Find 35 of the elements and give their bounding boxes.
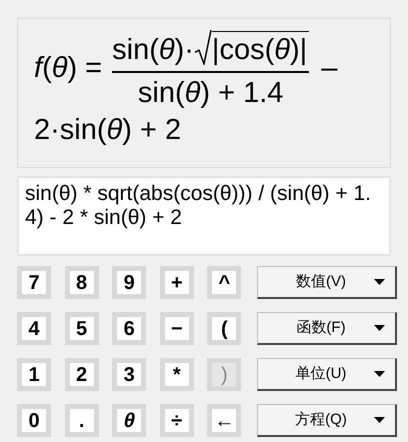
caret-icon [374, 371, 385, 377]
keypad-key[interactable]: ^ [207, 266, 242, 299]
keypad-key[interactable]: 2 [64, 358, 99, 391]
expression-field[interactable]: sin(θ) * sqrt(abs(cos(θ))) / (sin(θ) + 1.4) - 2 * sin(θ) + 2 [17, 176, 391, 256]
keypad-key[interactable]: 6 [112, 312, 146, 345]
formula-numerator: sin(θ)· [112, 36, 194, 65]
formula-radicand: |cos(θ)| [212, 31, 310, 65]
keypad-key[interactable]: ← [207, 404, 242, 437]
formula-lhs: f(θ) = [34, 54, 102, 83]
keypad-key[interactable]: ÷ [160, 404, 194, 437]
keypad-key[interactable]: − [160, 312, 194, 345]
formula-minus: – [321, 54, 338, 83]
keypad-key[interactable]: 8 [64, 266, 99, 299]
formula-denominator: sin(θ) + 1.4 [138, 76, 284, 108]
keypad-key[interactable]: 3 [112, 358, 146, 391]
keypad-key[interactable]: + [160, 266, 194, 299]
radical-icon [194, 29, 212, 65]
formula-line: 2·sin(θ) + 2 [34, 114, 182, 146]
keypad-key[interactable]: 7 [17, 266, 51, 299]
caret-icon [374, 325, 385, 331]
keypad-key[interactable]: 9 [112, 266, 146, 299]
dropdown-button[interactable]: 数值(V) [257, 266, 397, 299]
caret-icon [374, 279, 385, 285]
keypad-key[interactable]: 1 [17, 358, 51, 391]
keypad-key[interactable]: . [64, 404, 99, 437]
keypad-key[interactable]: * [160, 358, 194, 391]
dropdown-button[interactable]: 方程(Q) [257, 404, 397, 437]
keypad-key[interactable]: ( [207, 312, 242, 345]
keypad-key[interactable]: 5 [64, 312, 99, 345]
dropdown-button[interactable]: 单位(U) [257, 358, 397, 391]
keypad-key[interactable]: θ [112, 404, 146, 437]
caret-icon [374, 417, 385, 423]
dropdown-button[interactable]: 函数(F) [257, 312, 397, 345]
keypad-key[interactable]: 4 [17, 312, 51, 345]
keypad-key[interactable]: 0 [17, 404, 51, 437]
